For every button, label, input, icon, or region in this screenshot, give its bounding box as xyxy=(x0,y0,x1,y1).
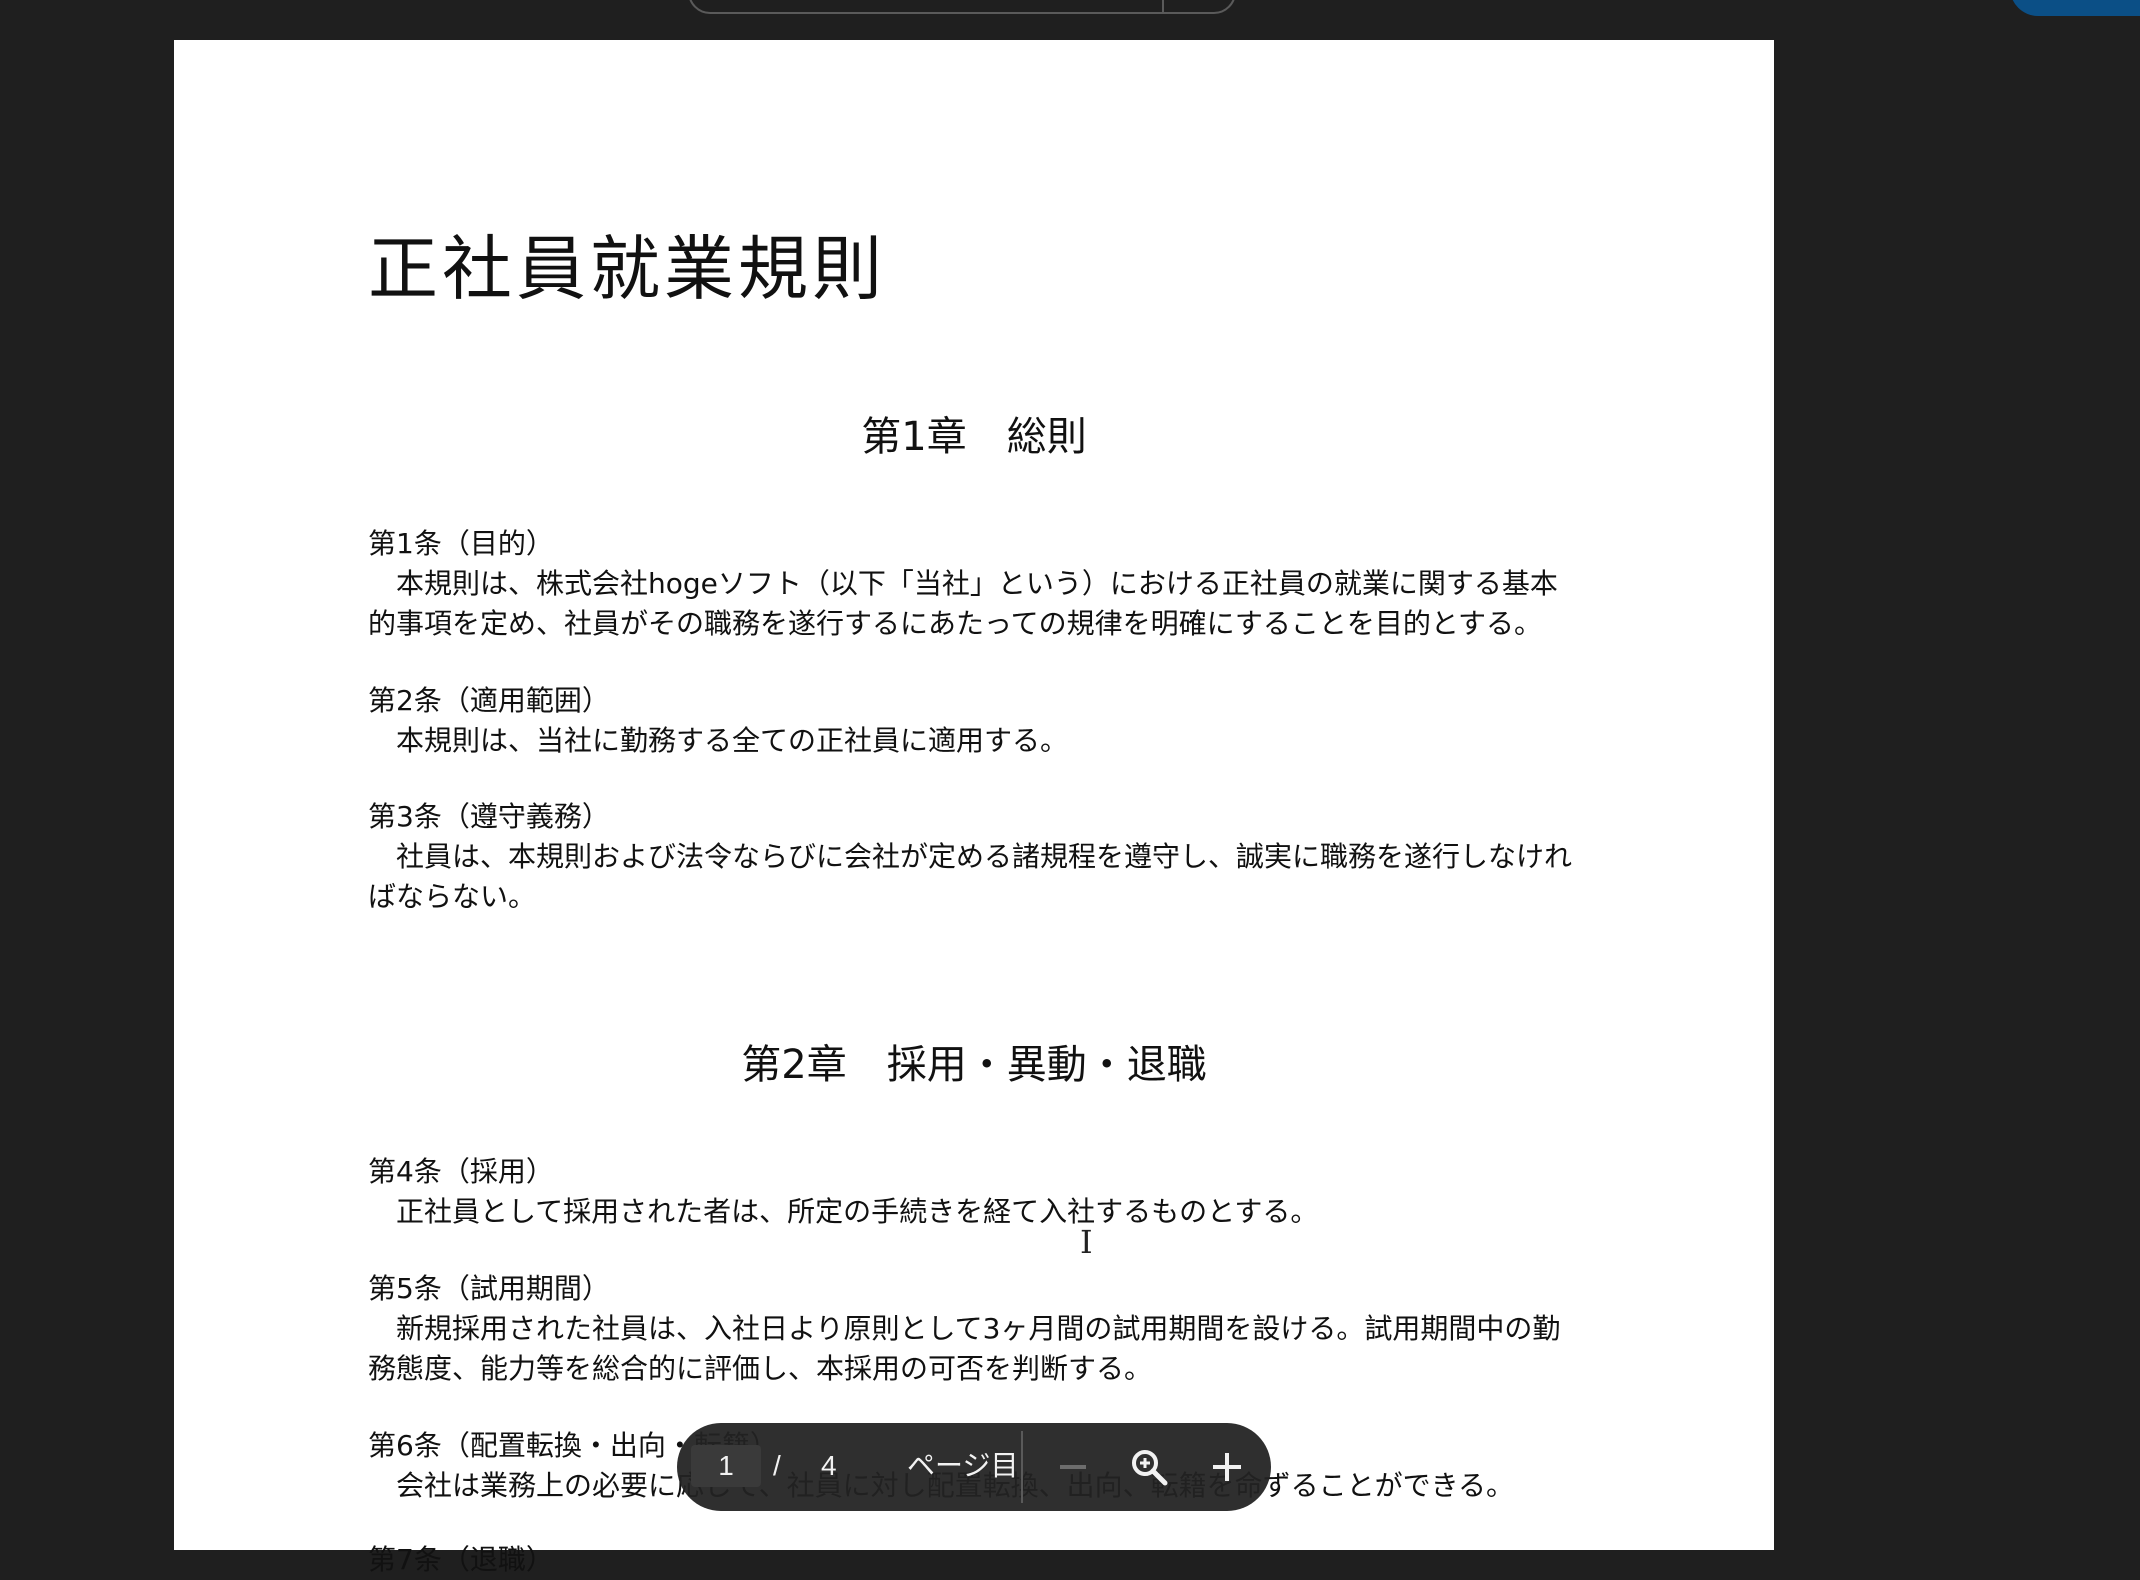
article-heading: 第1条（目的） xyxy=(368,527,554,560)
article-body: 正社員として採用された者は、所定の手続きを経て入社するものとする。 xyxy=(396,1195,1319,1228)
article: 第7条（退職） xyxy=(368,1540,1578,1580)
zoom-icon xyxy=(1132,1450,1168,1486)
article-body: 本規則は、株式会社hogeソフト（以下「当社」という）における正社員の就業に関す… xyxy=(368,567,1558,640)
zoom-in-button[interactable] xyxy=(1201,1441,1253,1493)
document-title: 正社員就業規則 xyxy=(368,228,886,310)
article-heading: 第3条（遵守義務） xyxy=(368,800,610,833)
zoom-reset-button[interactable] xyxy=(1123,1441,1175,1493)
search-divider xyxy=(1162,0,1164,12)
article-heading: 第5条（試用期間） xyxy=(368,1272,610,1305)
article: 第3条（遵守義務） 社員は、本規則および法令ならびに会社が定める諸規程を遵守し、… xyxy=(368,797,1578,917)
article: 第1条（目的） 本規則は、株式会社hogeソフト（以下「当社」という）における正… xyxy=(368,524,1578,644)
article: 第4条（採用） 正社員として採用された者は、所定の手続きを経て入社するものとする… xyxy=(368,1152,1578,1232)
chapter-heading: 第2章 採用・異動・退職 xyxy=(741,1042,1207,1088)
total-pages: 4 xyxy=(821,1450,837,1481)
toolbar-divider xyxy=(1021,1431,1023,1503)
page-unit-label: ページ目 xyxy=(907,1449,1019,1482)
article-body: 本規則は、当社に勤務する全ての正社員に適用する。 xyxy=(396,724,1069,757)
document-page: 正社員就業規則 第1章 総則 第1条（目的） 本規則は、株式会社hogeソフト（… xyxy=(174,40,1774,1576)
chapter-heading: 第1章 総則 xyxy=(861,414,1087,460)
page-number-input[interactable]: 1 xyxy=(691,1445,761,1487)
plus-icon xyxy=(1213,1453,1241,1481)
page-separator: / xyxy=(773,1450,781,1481)
article: 第5条（試用期間） 新規採用された社員は、入社日より原則として3ヶ月間の試用期間… xyxy=(368,1269,1578,1389)
article-body: 新規採用された社員は、入社日より原則として3ヶ月間の試用期間を設ける。試用期間中… xyxy=(368,1312,1561,1385)
article-body: 社員は、本規則および法令ならびに会社が定める諸規程を遵守し、誠実に職務を遂行しな… xyxy=(368,840,1573,913)
page-navigation-toolbar: 1 / 4 ページ目 xyxy=(677,1423,1271,1511)
top-search-bar[interactable] xyxy=(688,0,1236,14)
zoom-out-button[interactable] xyxy=(1047,1441,1099,1493)
article-heading: 第2条（適用範囲） xyxy=(368,684,610,717)
minus-icon xyxy=(1060,1465,1086,1469)
account-button[interactable] xyxy=(2010,0,2140,16)
article-heading: 第7条（退職） xyxy=(368,1543,554,1576)
text-cursor-icon: I xyxy=(1080,1223,1093,1261)
article: 第2条（適用範囲） 本規則は、当社に勤務する全ての正社員に適用する。 xyxy=(368,681,1578,761)
article-heading: 第4条（採用） xyxy=(368,1155,554,1188)
